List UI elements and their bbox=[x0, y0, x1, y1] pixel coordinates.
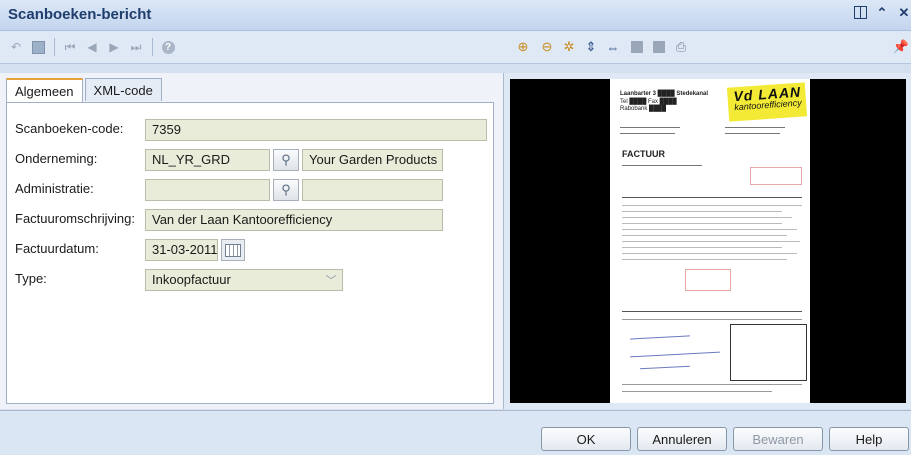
help-icon[interactable]: ? bbox=[160, 39, 176, 55]
zoom-in-icon[interactable]: ⊕ bbox=[515, 39, 531, 55]
administratie-label: Administratie: bbox=[15, 181, 94, 196]
rotate-right-icon[interactable] bbox=[651, 39, 667, 55]
undo-icon[interactable]: ↶ bbox=[8, 39, 24, 55]
type-label: Type: bbox=[15, 271, 47, 286]
search-icon: ⚲ bbox=[281, 152, 291, 167]
document-preview-pane: Laanbarter 3 ████ Stedekanal Tel ████ Fa… bbox=[504, 73, 911, 409]
factuurdatum-label: Factuurdatum: bbox=[15, 241, 99, 256]
layout-toggle-icon[interactable] bbox=[854, 6, 867, 19]
zoom-out-icon[interactable]: ⊖ bbox=[539, 39, 555, 55]
search-icon: ⚲ bbox=[281, 182, 291, 197]
previous-record-icon[interactable]: ◀ bbox=[84, 39, 100, 55]
pin-icon[interactable]: 📌 bbox=[893, 39, 909, 55]
toolbar: ↶ ⏮ ◀ ▶ ⏭ ? ⊕ ⊖ ✲ ⇕ ⇔ ⎙ 📌 bbox=[0, 31, 911, 64]
title-bar: Scanboeken-bericht ⌃ ✕ bbox=[0, 0, 911, 31]
rotate-left-icon[interactable] bbox=[629, 39, 645, 55]
fit-width-icon[interactable]: ⇔ bbox=[605, 39, 621, 55]
first-record-icon[interactable]: ⏮ bbox=[62, 39, 78, 55]
ok-button[interactable]: OK bbox=[541, 427, 631, 451]
vendor-logo: Vd LAAN kantoorefficiency bbox=[726, 82, 808, 122]
collapse-icon[interactable]: ⌃ bbox=[875, 5, 889, 20]
factuuromschrijving-label: Factuuromschrijving: bbox=[15, 211, 135, 226]
onderneming-code-field[interactable]: NL_YR_GRD bbox=[145, 149, 270, 171]
booking-stamp bbox=[730, 324, 807, 381]
tab-algemeen[interactable]: Algemeen bbox=[6, 78, 83, 103]
red-stamp bbox=[685, 269, 731, 291]
administratie-name-field bbox=[302, 179, 443, 201]
date-picker-button[interactable] bbox=[221, 239, 245, 261]
footer-bar: OK Annuleren Bewaren Help bbox=[0, 410, 911, 455]
onderneming-search-button[interactable]: ⚲ bbox=[273, 149, 299, 171]
left-pane: Algemeen XML-code Scanboeken-code: 7359 … bbox=[0, 73, 504, 409]
factuuromschrijving-field[interactable]: Van der Laan Kantoorefficiency bbox=[145, 209, 443, 231]
fit-page-icon[interactable]: ✲ bbox=[561, 39, 577, 55]
window-title: Scanboeken-bericht bbox=[8, 6, 152, 23]
invoice-scan: Laanbarter 3 ████ Stedekanal Tel ████ Fa… bbox=[610, 79, 810, 403]
form-area: Scanboeken-code: 7359 Onderneming: NL_YR… bbox=[6, 102, 494, 404]
scanboeken-code-label: Scanboeken-code: bbox=[15, 121, 124, 136]
administratie-search-button[interactable]: ⚲ bbox=[273, 179, 299, 201]
print-icon[interactable]: ⎙ bbox=[673, 39, 689, 55]
last-record-icon[interactable]: ⏭ bbox=[128, 39, 144, 55]
invoice-heading: FACTUUR bbox=[622, 149, 665, 159]
next-record-icon[interactable]: ▶ bbox=[106, 39, 122, 55]
type-select[interactable]: Inkoopfactuur bbox=[145, 269, 343, 291]
annuleren-button[interactable]: Annuleren bbox=[637, 427, 727, 451]
bewaren-button[interactable]: Bewaren bbox=[733, 427, 823, 451]
help-button[interactable]: Help bbox=[829, 427, 909, 451]
save-icon[interactable] bbox=[30, 39, 46, 55]
tab-xml-code[interactable]: XML-code bbox=[84, 78, 162, 101]
scanboeken-code-field[interactable]: 7359 bbox=[145, 119, 487, 141]
onderneming-name-field: Your Garden Products bbox=[302, 149, 443, 171]
fit-height-icon[interactable]: ⇕ bbox=[583, 39, 599, 55]
document-viewer[interactable]: Laanbarter 3 ████ Stedekanal Tel ████ Fa… bbox=[510, 79, 906, 403]
close-icon[interactable]: ✕ bbox=[897, 5, 911, 20]
onderneming-label: Onderneming: bbox=[15, 151, 98, 166]
date-stamp bbox=[750, 167, 802, 185]
factuurdatum-field[interactable]: 31-03-2011 bbox=[145, 239, 218, 261]
chevron-down-icon[interactable]: ﹀ bbox=[320, 270, 342, 290]
administratie-code-field[interactable] bbox=[145, 179, 270, 201]
calendar-icon bbox=[225, 243, 241, 257]
